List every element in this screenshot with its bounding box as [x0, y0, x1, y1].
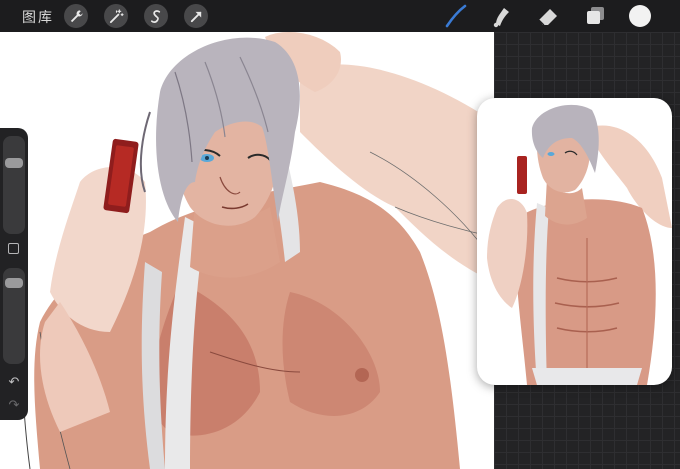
- transform-button[interactable]: [184, 4, 208, 28]
- brush-sidebar: ↶ ↷: [0, 128, 28, 420]
- redo-icon[interactable]: ↷: [5, 398, 23, 414]
- selection-icon: [150, 9, 160, 23]
- selection-button[interactable]: [144, 4, 168, 28]
- magic-wand-icon: [109, 8, 124, 23]
- layers-icon[interactable]: [582, 4, 608, 28]
- reference-window[interactable]: [477, 98, 672, 385]
- brush-size-thumb[interactable]: [5, 158, 23, 168]
- transform-arrow-icon: [190, 11, 201, 22]
- modify-button[interactable]: [8, 243, 19, 254]
- top-toolbar: 图库: [0, 0, 680, 32]
- undo-icon[interactable]: ↶: [5, 375, 23, 391]
- actions-button[interactable]: [64, 4, 88, 28]
- gallery-button[interactable]: 图库: [22, 7, 54, 27]
- eraser-icon[interactable]: [535, 4, 561, 28]
- drawing-canvas[interactable]: [0, 32, 494, 469]
- adjustments-button[interactable]: [104, 4, 128, 28]
- smudge-icon[interactable]: [488, 4, 514, 28]
- wrench-icon: [70, 9, 83, 22]
- brush-icon[interactable]: [443, 4, 469, 28]
- color-swatch-icon[interactable]: [629, 5, 651, 27]
- brush-opacity-slider[interactable]: [3, 268, 25, 364]
- brush-opacity-thumb[interactable]: [5, 278, 23, 288]
- brush-size-slider[interactable]: [3, 136, 25, 234]
- artwork-illustration: [19, 32, 494, 469]
- reference-image: [487, 104, 672, 385]
